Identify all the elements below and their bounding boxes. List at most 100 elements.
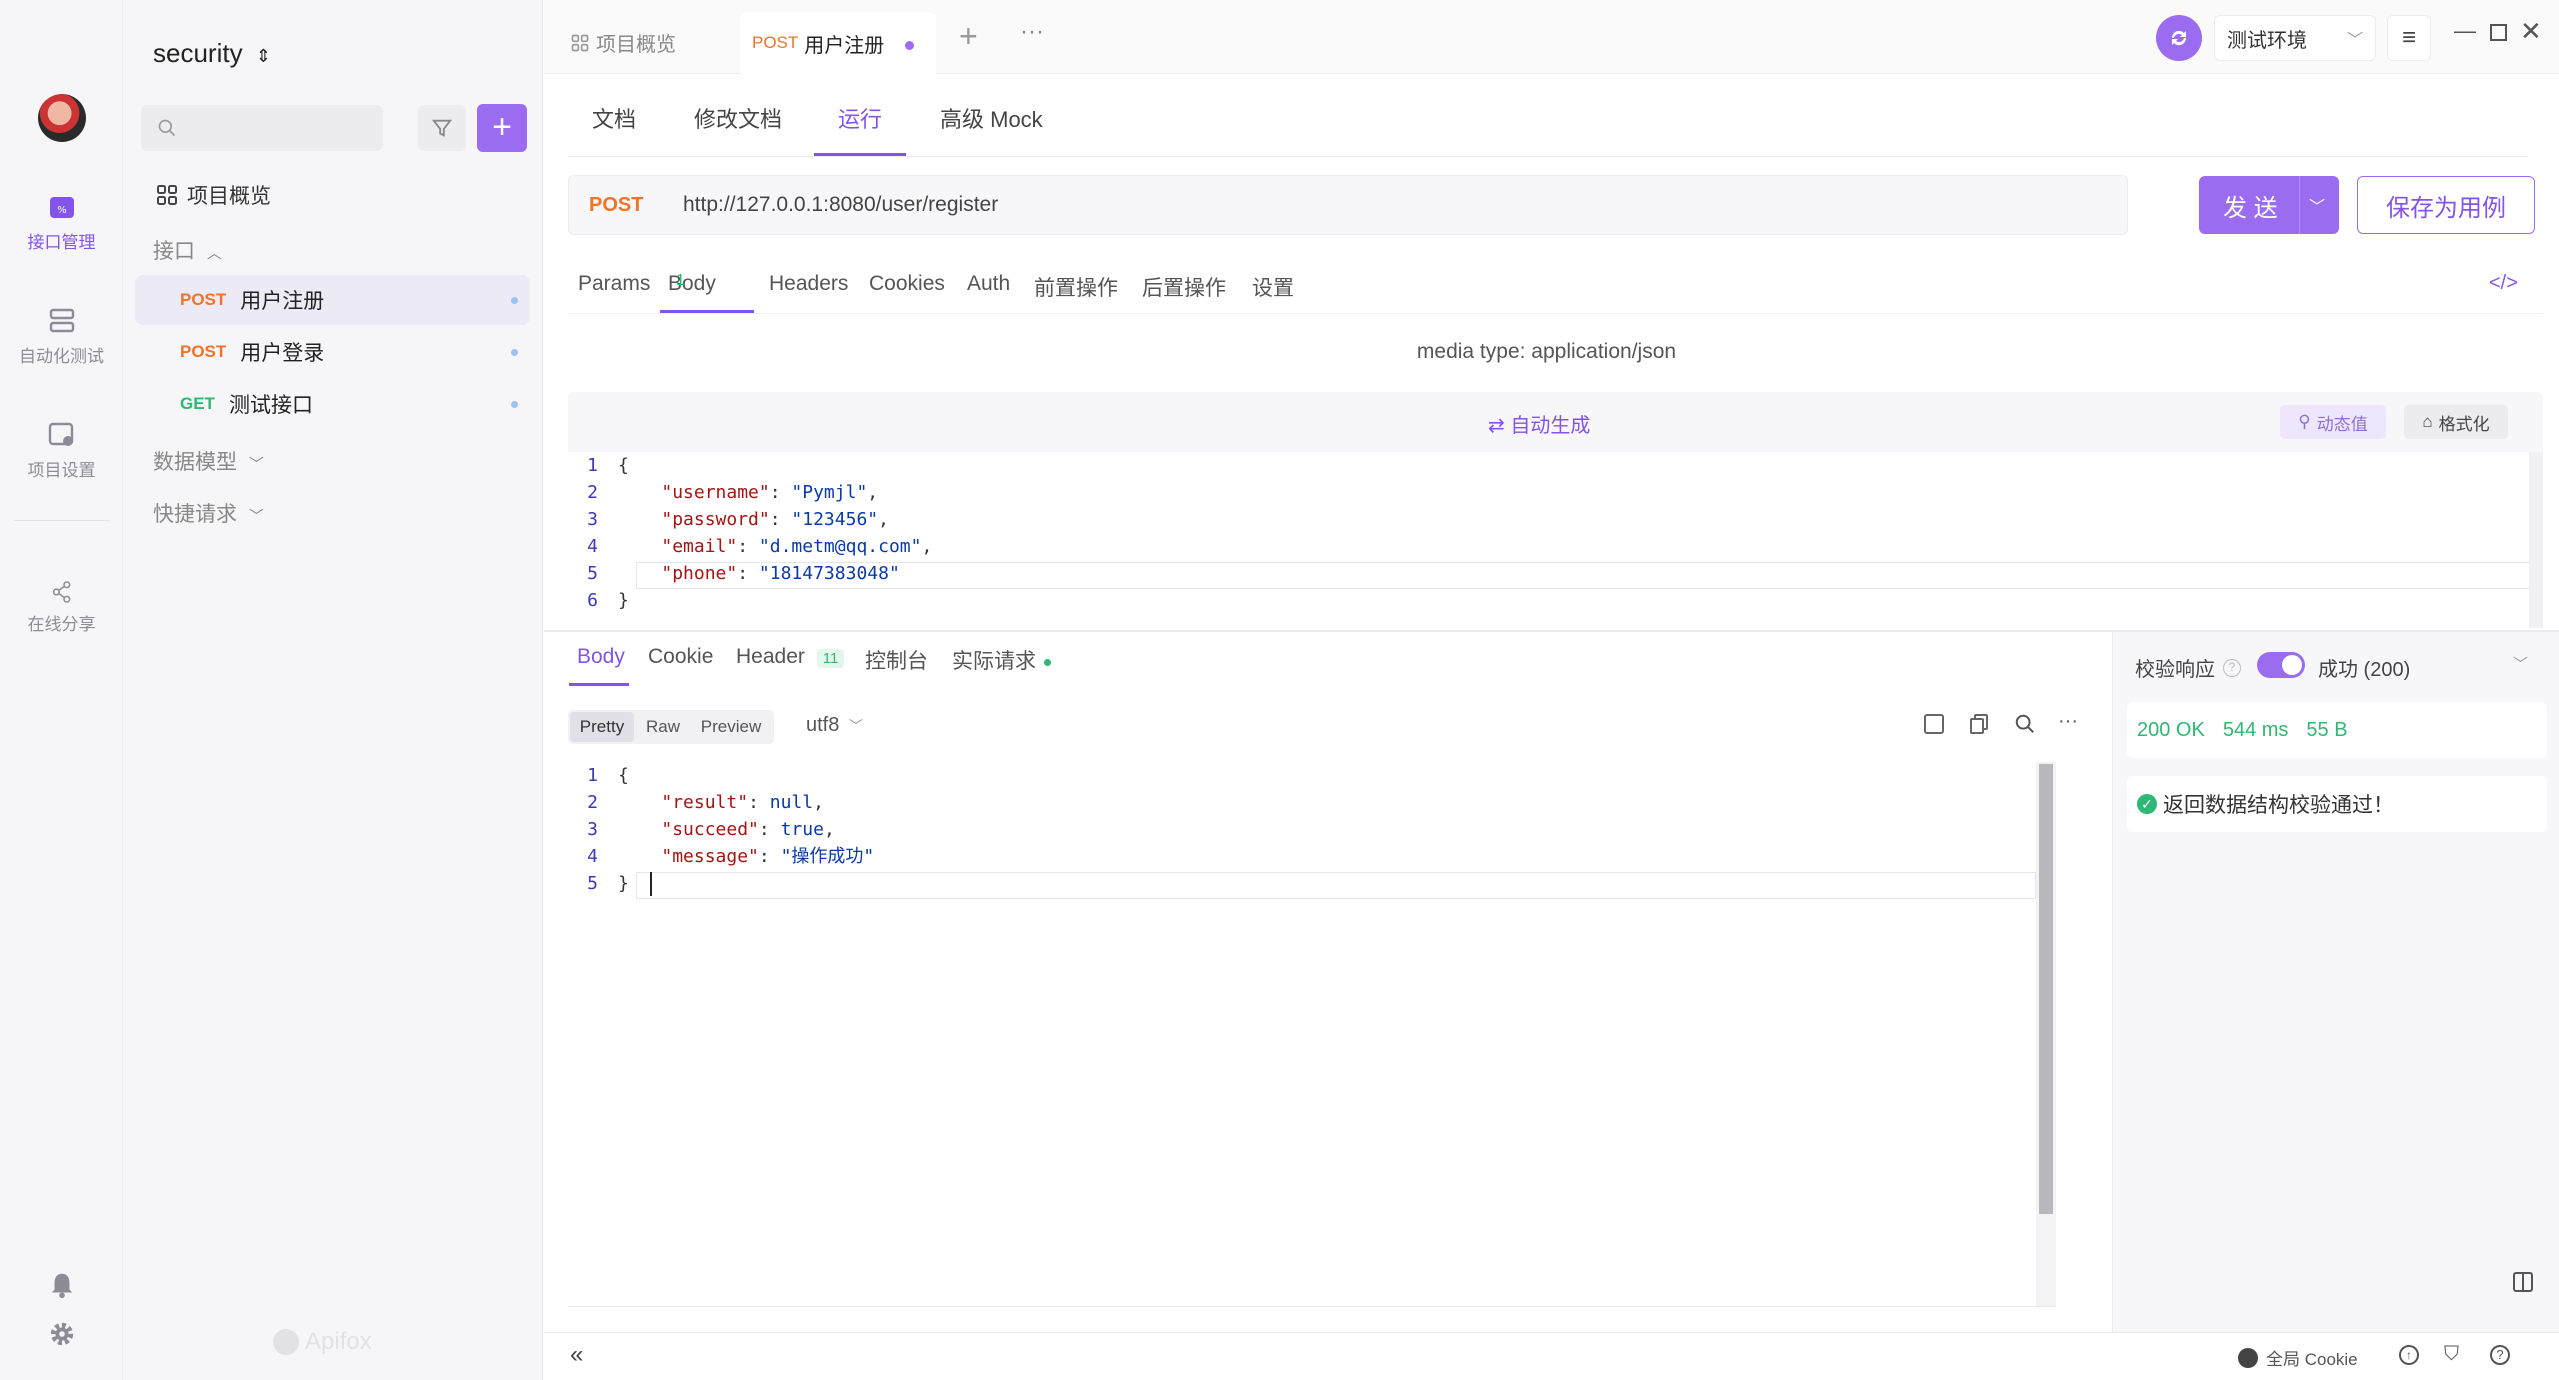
encoding-select[interactable]: utf8 ﹀ <box>806 714 863 737</box>
auto-generate-button[interactable]: ⇄ 自动生成 <box>1488 409 1590 438</box>
dynamic-value-button[interactable]: ⚲ 动态值 <box>2280 405 2386 439</box>
tab-label: Header <box>736 645 805 668</box>
code-line: 3 "password": "123456", <box>568 506 932 533</box>
updown-chevron-icon: ⇕ <box>255 46 271 66</box>
method-select[interactable]: POST <box>589 194 669 217</box>
chevron-down-icon[interactable]: ﹀ <box>2309 193 2325 217</box>
json-brace: { <box>618 765 629 786</box>
json-key: "succeed" <box>661 819 759 840</box>
tab-settings[interactable]: 设置 <box>1252 272 1294 302</box>
bell-icon[interactable] <box>48 1271 76 1299</box>
line-number: 2 <box>587 792 598 813</box>
tab-overview[interactable]: 项目概览 <box>570 28 676 57</box>
tab-post-ops[interactable]: 后置操作 <box>1142 272 1226 302</box>
json-value: true <box>780 819 824 840</box>
sidebar-group-data-model[interactable]: 数据模型 ﹀ <box>153 446 264 476</box>
view-raw-button[interactable]: Raw <box>638 712 688 742</box>
tab-console[interactable]: 控制台 <box>865 645 928 675</box>
save-case-label: 保存为用例 <box>2386 194 2506 222</box>
more-tabs-button[interactable]: ··· <box>1020 18 1044 46</box>
line-number: 1 <box>587 455 598 476</box>
avatar[interactable] <box>38 94 86 142</box>
help-icon[interactable]: ? <box>2223 658 2241 677</box>
tab-response-header[interactable]: Header 11 <box>736 645 845 669</box>
tab-active-api[interactable]: POST 用户注册 <box>740 12 936 74</box>
tab-headers[interactable]: Headers <box>769 272 848 296</box>
editor-scrollbar-thumb[interactable] <box>2039 764 2053 1214</box>
line-number: 3 <box>587 819 598 840</box>
gear-icon[interactable] <box>48 1320 76 1348</box>
validate-status-select[interactable]: 成功 (200) ﹀ <box>2318 653 2528 682</box>
response-editor[interactable]: 1{2 "result": null, 3 "succeed": true, 4 "… <box>568 762 2056 1306</box>
validation-panel: 校验响应 ? 成功 (200) ﹀ 200 OK 544 ms 55 B ✓ 返… <box>2112 632 2559 1332</box>
code-line: 5 "phone": "18147383048" <box>568 560 932 587</box>
collapse-sidebar-button[interactable]: « <box>570 1341 583 1369</box>
view-label: Preview <box>700 717 762 736</box>
tab-doc[interactable]: 文档 <box>592 102 636 134</box>
tab-auth[interactable]: Auth <box>967 272 1010 296</box>
env-menu-button[interactable]: ≡ <box>2387 15 2431 61</box>
send-button[interactable]: 发 送 ﹀ <box>2199 176 2339 234</box>
rail-item-api[interactable]: % 接口管理 <box>0 192 123 253</box>
url-bar[interactable]: POST http://127.0.0.1:8080/user/register <box>568 175 2128 235</box>
new-tab-button[interactable]: + <box>959 18 978 55</box>
rail-item-automation[interactable]: 自动化测试 <box>0 306 123 367</box>
add-button[interactable]: + <box>477 104 527 152</box>
save-case-button[interactable]: 保存为用例 <box>2357 176 2535 234</box>
view-label: Pretty <box>579 717 625 736</box>
split-panel-button[interactable] <box>2513 1272 2533 1292</box>
json-value: "操作成功" <box>780 846 875 867</box>
upload-icon[interactable]: ↑ <box>2399 1345 2419 1365</box>
help-icon[interactable]: ? <box>2490 1345 2510 1365</box>
tab-run[interactable]: 运行 <box>838 102 882 134</box>
rail-item-settings[interactable]: 项目设置 <box>0 420 123 481</box>
tab-advanced-mock[interactable]: 高级 Mock <box>940 102 1043 134</box>
api-item[interactable]: POST 用户登录 <box>135 327 530 377</box>
tab-params[interactable]: Params <box>578 272 650 296</box>
cookie-icon <box>2238 1347 2258 1368</box>
status-select-label: 成功 (200) <box>2318 659 2411 681</box>
view-pretty-button[interactable]: Pretty <box>570 712 634 742</box>
editor-scrollbar[interactable] <box>2529 452 2543 628</box>
env-sync-button[interactable] <box>2156 15 2202 61</box>
url-input[interactable]: http://127.0.0.1:8080/user/register <box>683 193 998 217</box>
tab-edit-doc[interactable]: 修改文档 <box>694 102 782 134</box>
tab-cookies[interactable]: Cookies <box>869 272 945 296</box>
code-line: 3 "succeed": true, <box>568 816 874 843</box>
global-cookie-button[interactable]: 全局 Cookie <box>2238 1345 2358 1370</box>
tab-actual-request[interactable]: 实际请求 <box>952 645 1051 675</box>
json-key: "phone" <box>661 563 738 584</box>
search-icon[interactable] <box>2014 713 2036 735</box>
search-input[interactable] <box>141 105 383 151</box>
window-minimize-button[interactable]: — <box>2454 18 2476 44</box>
filter-button[interactable] <box>418 105 466 151</box>
sidebar-group-quick-request[interactable]: 快捷请求 ﹀ <box>153 498 264 528</box>
window-maximize-button[interactable] <box>2490 24 2507 41</box>
format-button[interactable]: ⌂ 格式化 <box>2404 405 2508 439</box>
sync-icon <box>2171 30 2187 46</box>
tab-pre-ops[interactable]: 前置操作 <box>1034 272 1118 302</box>
more-icon[interactable]: ··· <box>2058 710 2078 733</box>
download-icon[interactable] <box>1924 714 1944 734</box>
code-toggle-icon[interactable]: </> <box>2489 272 2518 295</box>
env-select[interactable]: 测试环境 ﹀ <box>2214 15 2376 61</box>
body-editor[interactable]: 1{2 "username": "Pymjl", 3 "password": "1… <box>568 452 2543 628</box>
sidebar-item-overview[interactable]: 项目概览 <box>155 180 271 210</box>
share-icon <box>52 581 70 603</box>
rail-label: 在线分享 <box>27 615 96 634</box>
code-line: 1{ <box>568 762 874 789</box>
validate-toggle[interactable] <box>2257 652 2305 678</box>
tab-response-cookie[interactable]: Cookie <box>648 645 713 669</box>
api-item[interactable]: GET 测试接口 <box>135 379 530 429</box>
copy-icon[interactable] <box>1970 714 1990 734</box>
view-preview-button[interactable]: Preview <box>692 712 770 742</box>
project-switcher[interactable]: security ⇕ <box>153 38 271 69</box>
tab-response-body[interactable]: Body <box>577 645 625 669</box>
group-label: 接口 <box>153 240 195 263</box>
shirt-icon[interactable]: ⛉ <box>2444 1343 2459 1366</box>
window-close-button[interactable]: ✕ <box>2520 16 2542 47</box>
validate-label: 校验响应 ? <box>2135 653 2241 682</box>
api-item[interactable]: POST 用户注册 <box>135 275 530 325</box>
rail-item-share[interactable]: 在线分享 <box>0 580 123 635</box>
sidebar-group-api[interactable]: 接口 ︿ <box>153 235 222 265</box>
